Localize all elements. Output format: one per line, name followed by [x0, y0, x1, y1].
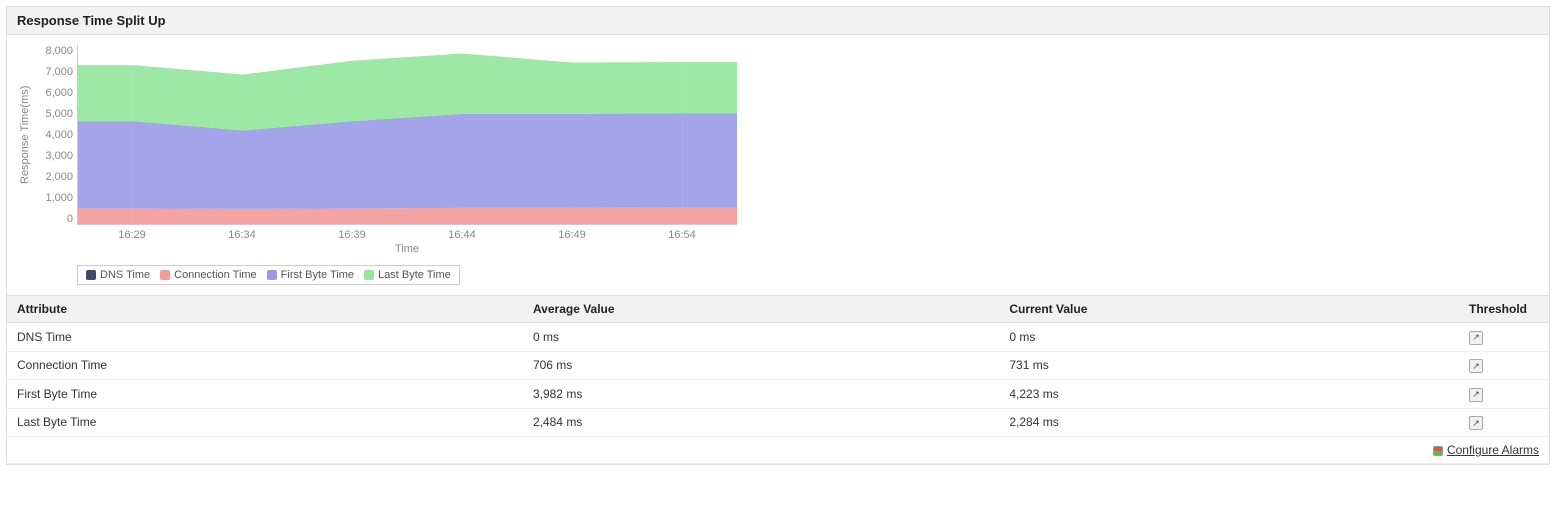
xtick: 16:34 [187, 229, 297, 241]
ytick: 6,000 [33, 87, 73, 99]
chart-ylabel: Response Time(ms) [17, 45, 33, 225]
cell-attribute: DNS Time [7, 323, 523, 352]
col-current: Current Value [999, 296, 1459, 323]
table-row: Connection Time706 ms731 ms ↗ [7, 351, 1549, 380]
ytick: 5,000 [33, 108, 73, 120]
threshold-edit-icon[interactable]: ↗ [1469, 416, 1483, 430]
cell-average: 3,982 ms [523, 380, 999, 409]
legend-swatch [160, 270, 170, 280]
cell-threshold: ↗ [1459, 351, 1549, 380]
threshold-edit-icon[interactable]: ↗ [1469, 359, 1483, 373]
chart-plot-area [77, 45, 737, 225]
xtick: 16:49 [517, 229, 627, 241]
cell-current: 0 ms [999, 323, 1459, 352]
metrics-table: Attribute Average Value Current Value Th… [7, 295, 1549, 464]
table-row: First Byte Time3,982 ms4,223 ms ↗ [7, 380, 1549, 409]
chart-yticks: 8,000 7,000 6,000 5,000 4,000 3,000 2,000 1,000… [33, 45, 77, 225]
legend-item[interactable]: Connection Time [160, 269, 257, 281]
legend-label: DNS Time [100, 269, 150, 281]
legend-swatch [364, 270, 374, 280]
table-row: Last Byte Time2,484 ms2,284 ms ↗ [7, 408, 1549, 437]
chart-legend: DNS Time Connection Time First Byte Time La… [77, 265, 460, 285]
cell-average: 706 ms [523, 351, 999, 380]
cell-threshold: ↗ [1459, 380, 1549, 409]
chart-series-area [133, 208, 682, 224]
legend-label: Connection Time [174, 269, 257, 281]
chart-xticks: 16:2916:3416:3916:4416:4916:54 [77, 225, 737, 241]
cell-current: 731 ms [999, 351, 1459, 380]
legend-item[interactable]: DNS Time [86, 269, 150, 281]
chart-container: Response Time(ms) 8,000 7,000 6,000 5,000 4,… [7, 35, 1549, 293]
ytick: 3,000 [33, 150, 73, 162]
ytick: 7,000 [33, 66, 73, 78]
xtick: 16:39 [297, 229, 407, 241]
panel-title: Response Time Split Up [7, 7, 1549, 35]
ytick: 1,000 [33, 192, 73, 204]
alarm-status-icon [1433, 446, 1443, 456]
cell-current: 4,223 ms [999, 380, 1459, 409]
legend-label: First Byte Time [281, 269, 354, 281]
col-threshold: Threshold [1459, 296, 1549, 323]
cell-threshold: ↗ [1459, 323, 1549, 352]
cell-current: 2,284 ms [999, 408, 1459, 437]
xtick: 16:54 [627, 229, 737, 241]
legend-item[interactable]: First Byte Time [267, 269, 354, 281]
cell-average: 0 ms [523, 323, 999, 352]
xtick: 16:44 [407, 229, 517, 241]
ytick: 0 [33, 213, 73, 225]
legend-swatch [86, 270, 96, 280]
col-attribute: Attribute [7, 296, 523, 323]
chart-xlabel: Time [77, 241, 737, 261]
threshold-edit-icon[interactable]: ↗ [1469, 331, 1483, 345]
legend-label: Last Byte Time [378, 269, 451, 281]
cell-average: 2,484 ms [523, 408, 999, 437]
response-time-panel: Response Time Split Up Response Time(ms)… [6, 6, 1550, 465]
xtick: 16:29 [77, 229, 187, 241]
legend-swatch [267, 270, 277, 280]
cell-threshold: ↗ [1459, 408, 1549, 437]
table-row: DNS Time0 ms0 ms↗ [7, 323, 1549, 352]
configure-alarms-link[interactable]: Configure Alarms [1447, 443, 1539, 457]
cell-attribute: First Byte Time [7, 380, 523, 409]
cell-attribute: Connection Time [7, 351, 523, 380]
ytick: 4,000 [33, 129, 73, 141]
ytick: 8,000 [33, 45, 73, 57]
col-average: Average Value [523, 296, 999, 323]
threshold-edit-icon[interactable]: ↗ [1469, 388, 1483, 402]
legend-item[interactable]: Last Byte Time [364, 269, 451, 281]
cell-attribute: Last Byte Time [7, 408, 523, 437]
ytick: 2,000 [33, 171, 73, 183]
